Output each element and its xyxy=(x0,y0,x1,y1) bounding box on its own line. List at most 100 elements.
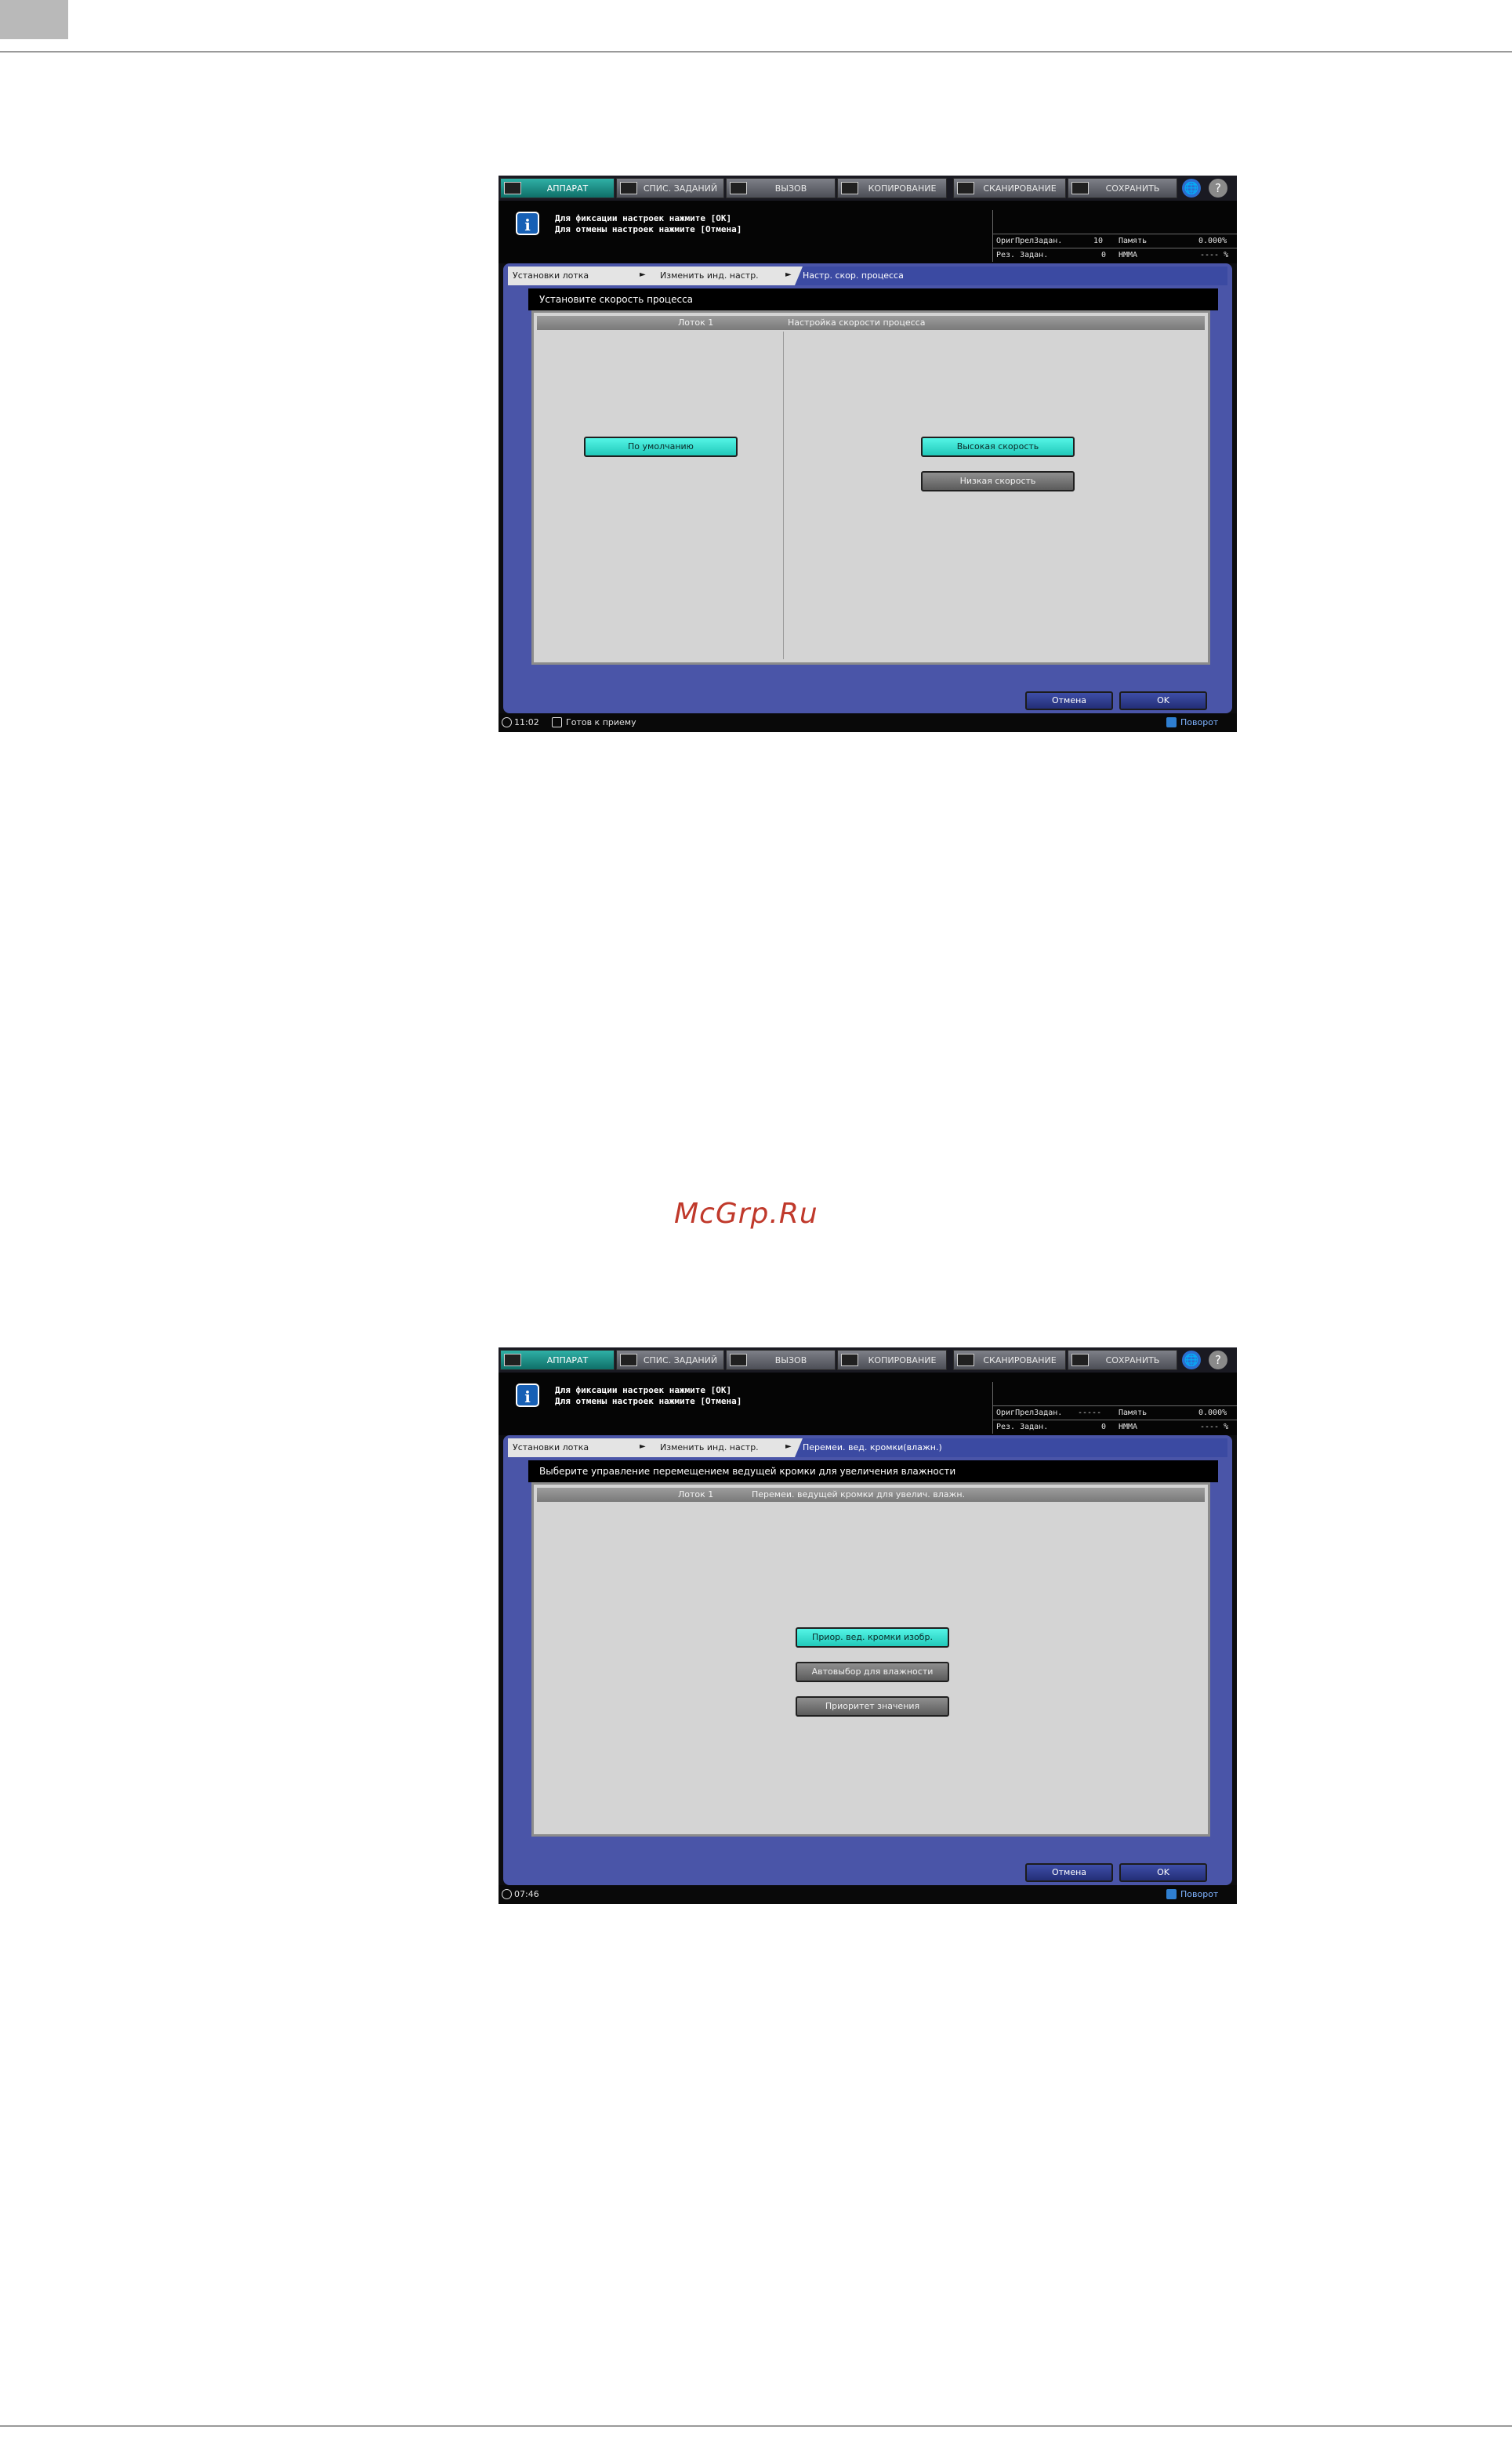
status-counters: ОригПрелЗадан. ----- Память 0.000% Рез. … xyxy=(992,1382,1237,1434)
content-area: Лоток 1 Перемеи. ведущей кромки для увел… xyxy=(531,1482,1210,1837)
footer-actions: Отмена OK xyxy=(508,1860,1227,1885)
tab-job-list[interactable]: СПИС. ЗАДАНИЙ xyxy=(616,178,724,198)
breadcrumb: Установки лотка ► Изменить инд. настр. ►… xyxy=(508,267,1227,285)
ok-button[interactable]: OK xyxy=(1119,1863,1207,1882)
rotate-label[interactable]: Поворот xyxy=(1180,717,1218,727)
printer-icon xyxy=(552,717,562,727)
tab-label: КОПИРОВАНИЕ xyxy=(868,1355,937,1365)
globe-icon[interactable]: 🌐 xyxy=(1182,1351,1201,1369)
stat-label: HMMA xyxy=(1119,251,1138,259)
stat-label: Рез. Задан. xyxy=(996,251,1049,259)
tab-recall[interactable]: ВЫЗОВ xyxy=(726,1350,836,1370)
stat-value: 0 xyxy=(1101,251,1107,259)
scan-icon xyxy=(957,1354,974,1366)
tab-label: ВЫЗОВ xyxy=(774,183,807,194)
column-divider xyxy=(783,332,784,659)
rotate-icon[interactable] xyxy=(1166,1889,1177,1899)
auto-moisture-button[interactable]: Автовыбор для влажности xyxy=(796,1662,949,1682)
breadcrumb-tray-settings[interactable]: Установки лотка xyxy=(513,1442,589,1452)
tab-copy[interactable]: КОПИРОВАНИЕ xyxy=(837,178,947,198)
settings-panel: Установки лотка ► Изменить инд. настр. ►… xyxy=(503,263,1232,713)
machine-icon xyxy=(504,182,521,194)
stat-value: 0 xyxy=(1101,1423,1107,1431)
help-icon[interactable]: ? xyxy=(1209,1351,1227,1369)
message-line-ok: Для фиксации настроек нажмите [OK] xyxy=(555,1385,732,1395)
rotate-label[interactable]: Поворот xyxy=(1180,1889,1218,1899)
breadcrumb-tray-settings[interactable]: Установки лотка xyxy=(513,270,589,281)
breadcrumb-current: Перемеи. вед. кромки(влажн.) xyxy=(795,1438,1227,1457)
value-priority-button[interactable]: Приоритет значения xyxy=(796,1696,949,1717)
stat-row: ОригПрелЗадан. 10 Память 0.000% xyxy=(993,234,1237,248)
breadcrumb-change-individual[interactable]: Изменить инд. настр. xyxy=(660,1442,759,1452)
tab-label: СКАНИРОВАНИЕ xyxy=(983,1355,1057,1365)
message-area: i Для фиксации настроек нажмите [OK] Для… xyxy=(499,201,1237,263)
rotate-icon[interactable] xyxy=(1166,717,1177,727)
content-area: Лоток 1 Настройка скорости процесса По у… xyxy=(531,310,1210,665)
instruction-text: Установите скорость процесса xyxy=(528,288,1218,310)
stat-row: Рез. Задан. 0 HMMA ---- % xyxy=(993,248,1237,263)
tab-label: АППАРАТ xyxy=(546,183,589,194)
tab-machine[interactable]: АППАРАТ xyxy=(500,1350,615,1370)
store-icon xyxy=(1071,1354,1089,1366)
machine-status: Готов к приему xyxy=(566,717,636,727)
stat-value: 0.000% xyxy=(1198,1409,1227,1417)
tab-scan[interactable]: СКАНИРОВАНИЕ xyxy=(953,1350,1066,1370)
default-button[interactable]: По умолчанию xyxy=(584,437,738,457)
breadcrumb-arrow-icon: ► xyxy=(640,1442,646,1451)
top-tab-bar: АППАРАТ СПИС. ЗАДАНИЙ ВЫЗОВ КОПИРОВАНИЕ … xyxy=(499,176,1237,201)
breadcrumb-arrow-icon: ► xyxy=(785,1442,792,1451)
watermark: McGrp.Ru xyxy=(674,1198,818,1230)
stat-row: ОригПрелЗадан. ----- Память 0.000% xyxy=(993,1405,1237,1420)
store-icon xyxy=(1071,182,1089,194)
header-tray: Лоток 1 xyxy=(678,1489,714,1500)
tab-job-list[interactable]: СПИС. ЗАДАНИЙ xyxy=(616,1350,724,1370)
footer-actions: Отмена OK xyxy=(508,688,1227,713)
header-title: Настройка скорости процесса xyxy=(788,317,926,328)
stat-label: HMMA xyxy=(1119,1423,1138,1431)
stat-label: Рез. Задан. xyxy=(996,1423,1049,1431)
stat-value: ---- % xyxy=(1200,1423,1229,1431)
scan-icon xyxy=(957,182,974,194)
breadcrumb-current: Настр. скор. процесса xyxy=(795,267,1227,285)
stat-value: ---- % xyxy=(1200,251,1229,259)
clock-icon xyxy=(502,717,512,727)
stat-row: Рез. Задан. 0 HMMA ---- % xyxy=(993,1420,1237,1434)
tab-label: СОХРАНИТЬ xyxy=(1105,1355,1160,1365)
tab-label: АППАРАТ xyxy=(546,1355,589,1365)
stat-label: ОригПрелЗадан. xyxy=(996,1409,1063,1417)
tab-recall[interactable]: ВЫЗОВ xyxy=(726,178,836,198)
info-icon: i xyxy=(516,1384,539,1407)
top-tab-bar: АППАРАТ СПИС. ЗАДАНИЙ ВЫЗОВ КОПИРОВАНИЕ … xyxy=(499,1347,1237,1373)
cancel-button[interactable]: Отмена xyxy=(1025,1863,1113,1882)
tab-label: СКАНИРОВАНИЕ xyxy=(983,183,1057,194)
recall-icon xyxy=(730,182,747,194)
tab-machine[interactable]: АППАРАТ xyxy=(500,178,615,198)
cancel-button[interactable]: Отмена xyxy=(1025,691,1113,710)
section-header: Лоток 1 Настройка скорости процесса xyxy=(537,316,1205,330)
screenshot-lead-edge-moisture: АППАРАТ СПИС. ЗАДАНИЙ ВЫЗОВ КОПИРОВАНИЕ … xyxy=(499,1347,1237,1904)
tab-scan[interactable]: СКАНИРОВАНИЕ xyxy=(953,178,1066,198)
help-icon[interactable]: ? xyxy=(1209,179,1227,198)
screenshot-process-speed: АППАРАТ СПИС. ЗАДАНИЙ ВЫЗОВ КОПИРОВАНИЕ … xyxy=(499,176,1237,732)
breadcrumb-change-individual[interactable]: Изменить инд. настр. xyxy=(660,270,759,281)
status-bar: 07:46 Поворот xyxy=(499,1885,1237,1904)
tab-store[interactable]: СОХРАНИТЬ xyxy=(1068,1350,1177,1370)
ok-button[interactable]: OK xyxy=(1119,691,1207,710)
instruction-text: Выберите управление перемещением ведущей… xyxy=(528,1460,1218,1482)
tab-label: ВЫЗОВ xyxy=(774,1355,807,1365)
stat-label: ОригПрелЗадан. xyxy=(996,237,1063,245)
low-speed-button[interactable]: Низкая скорость xyxy=(921,471,1075,491)
header-tray: Лоток 1 xyxy=(678,317,714,328)
high-speed-button[interactable]: Высокая скорость xyxy=(921,437,1075,457)
list-icon xyxy=(620,182,637,194)
status-counters: ОригПрелЗадан. 10 Память 0.000% Рез. Зад… xyxy=(992,210,1237,262)
tab-store[interactable]: СОХРАНИТЬ xyxy=(1068,178,1177,198)
globe-icon[interactable]: 🌐 xyxy=(1182,179,1201,198)
tab-copy[interactable]: КОПИРОВАНИЕ xyxy=(837,1350,947,1370)
leading-edge-priority-button[interactable]: Приор. вед. кромки изобр. xyxy=(796,1627,949,1648)
clock-time: 07:46 xyxy=(514,1889,539,1899)
clock-time: 11:02 xyxy=(514,717,539,727)
section-header: Лоток 1 Перемеи. ведущей кромки для увел… xyxy=(537,1488,1205,1502)
footer-rule xyxy=(0,2425,1512,2427)
tab-label: СПИС. ЗАДАНИЙ xyxy=(643,183,718,194)
